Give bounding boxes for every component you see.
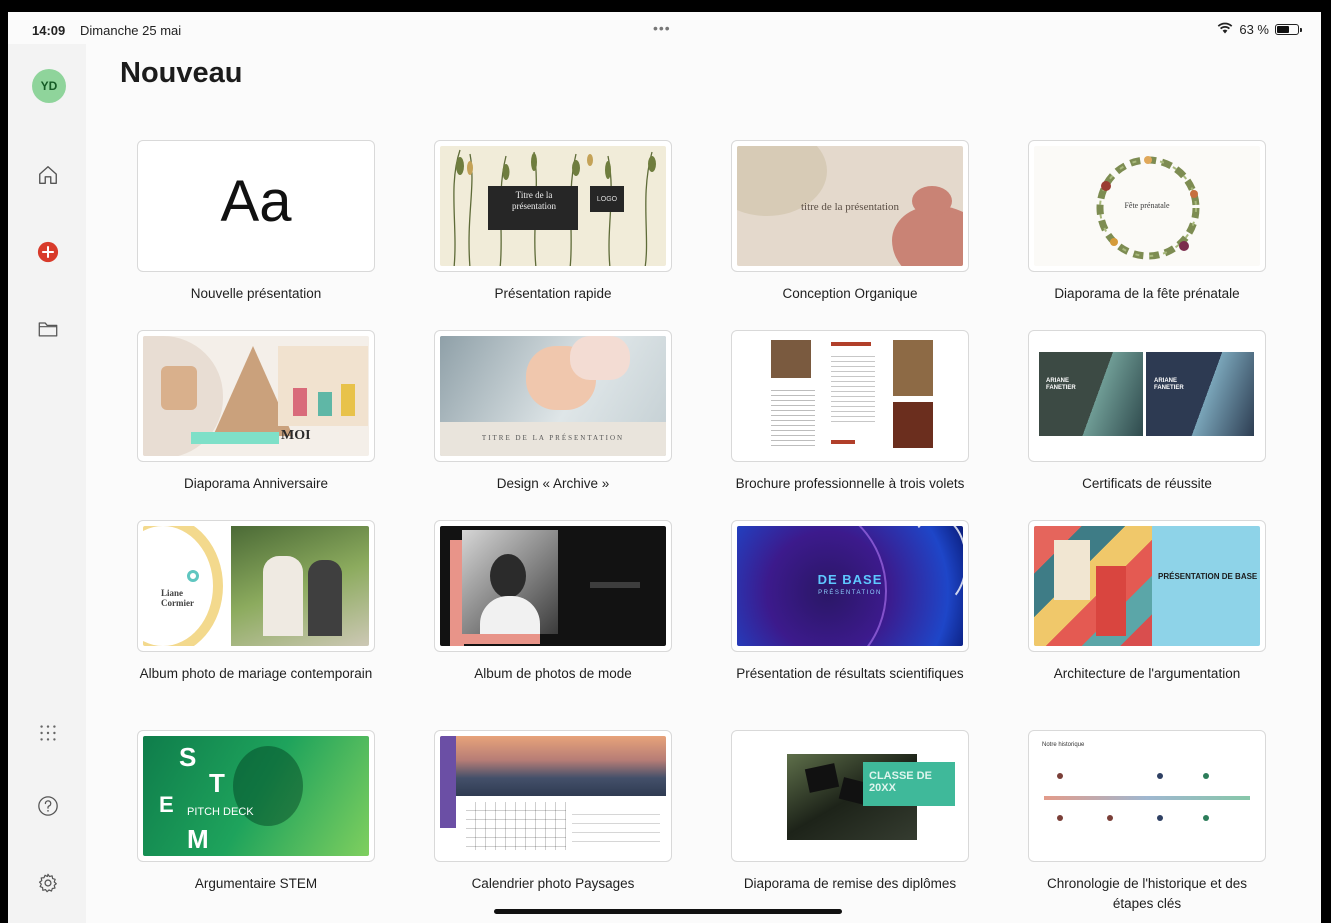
- template-thumbnail[interactable]: MOI: [137, 330, 375, 462]
- thumb-text: MOI: [281, 428, 311, 443]
- multitasking-dots[interactable]: •••: [653, 20, 671, 36]
- status-time: 14:09: [32, 23, 66, 38]
- template-thumbnail[interactable]: Aa: [137, 140, 375, 272]
- template-thumbnail[interactable]: [434, 730, 672, 862]
- sidebar: YD: [8, 44, 86, 923]
- template-card[interactable]: titre de la présentation Conception Orga…: [731, 140, 969, 301]
- thumb-text: ARIANE FANETIER: [1046, 378, 1076, 391]
- battery-percentage: 63 %: [1239, 22, 1269, 37]
- template-thumbnail[interactable]: [731, 330, 969, 462]
- timeline-dots: [1057, 773, 1209, 821]
- thumb-logo: LOGO: [590, 186, 624, 212]
- thumb-text: Aa: [220, 169, 292, 234]
- app-screen: 14:09 Dimanche 25 mai ••• 63 % YD Nouvea…: [8, 12, 1321, 923]
- template-card[interactable]: Titre de la présentation LOGO Présentati…: [434, 140, 672, 301]
- thumb-text: titre de la présentation: [800, 201, 900, 213]
- thumb-subtext: PRÉSENTATION: [818, 590, 882, 596]
- template-thumbnail[interactable]: Liane Cormier: [137, 520, 375, 652]
- template-card[interactable]: CLASSE DE 20XX Diaporama de remise des d…: [731, 730, 969, 891]
- settings-icon[interactable]: [34, 869, 62, 897]
- apps-grid-icon[interactable]: [34, 719, 62, 747]
- template-label: Présentation de résultats scientifiques: [736, 666, 964, 681]
- template-thumbnail[interactable]: Notre historique: [1028, 730, 1266, 862]
- thumb-text: TITRE DE LA PRÉSENTATION: [481, 434, 625, 442]
- template-card[interactable]: Brochure professionnelle à trois volets: [731, 330, 969, 491]
- template-thumbnail[interactable]: S T E M PITCH DECK: [137, 730, 375, 862]
- template-label: Album de photos de mode: [474, 666, 632, 681]
- page-title: Nouveau: [120, 57, 243, 89]
- template-label: Présentation rapide: [494, 286, 612, 301]
- template-label: Argumentaire STEM: [194, 876, 318, 891]
- template-card[interactable]: Liane Cormier Album photo de mariage con…: [137, 520, 375, 681]
- thumb-text: PITCH DECK: [187, 806, 254, 818]
- template-label: Chronologie de l'historique et des étape…: [1047, 876, 1247, 911]
- wifi-icon: [1217, 22, 1233, 37]
- home-icon[interactable]: [34, 161, 62, 189]
- template-card[interactable]: Notre historique Chronologie de l'histor…: [1028, 730, 1266, 911]
- add-icon[interactable]: [34, 238, 62, 266]
- template-card[interactable]: TITRE DE LA PRÉSENTATION Design « Archiv…: [434, 330, 672, 491]
- thumb-text: CLASSE DE 20XX: [869, 770, 932, 794]
- template-label: Nouvelle présentation: [190, 286, 322, 301]
- template-card[interactable]: Fête prénatale Diaporama de la fête prén…: [1028, 140, 1266, 301]
- template-thumbnail[interactable]: CLASSE DE 20XX: [731, 730, 969, 862]
- template-card[interactable]: DE BASE PRÉSENTATION Présentation de rés…: [731, 520, 969, 681]
- folder-icon[interactable]: [34, 315, 62, 343]
- template-label: Certificats de réussite: [1082, 476, 1212, 491]
- template-thumbnail[interactable]: Titre de la présentation LOGO: [434, 140, 672, 272]
- template-label: Brochure professionnelle à trois volets: [735, 476, 965, 491]
- template-thumbnail[interactable]: [434, 520, 672, 652]
- template-thumbnail[interactable]: Fête prénatale: [1028, 140, 1266, 272]
- thumb-text: Fête prénatale: [1124, 201, 1170, 210]
- thumb-text: Liane Cormier: [161, 588, 194, 608]
- template-thumbnail[interactable]: ARIANE FANETIER ARIANE FANETIER: [1028, 330, 1266, 462]
- avatar[interactable]: YD: [32, 69, 66, 103]
- status-indicators: 63 %: [1217, 22, 1302, 37]
- template-thumbnail[interactable]: DE BASE PRÉSENTATION: [731, 520, 969, 652]
- template-label: Conception Organique: [782, 286, 918, 301]
- battery-icon: [1275, 24, 1302, 35]
- home-indicator[interactable]: [494, 909, 842, 914]
- status-bar: 14:09 Dimanche 25 mai ••• 63 %: [8, 12, 1321, 44]
- template-card[interactable]: Calendrier photo Paysages: [434, 730, 672, 891]
- template-label: Architecture de l'argumentation: [1053, 666, 1241, 681]
- help-icon[interactable]: [34, 792, 62, 820]
- template-thumbnail[interactable]: PRÉSENTATION DE BASE: [1028, 520, 1266, 652]
- template-card[interactable]: MOI Diaporama Anniversaire: [137, 330, 375, 491]
- template-card[interactable]: PRÉSENTATION DE BASE Architecture de l'a…: [1028, 520, 1266, 681]
- template-thumbnail[interactable]: TITRE DE LA PRÉSENTATION: [434, 330, 672, 462]
- template-label: Calendrier photo Paysages: [471, 876, 635, 891]
- thumb-text: DE BASE: [817, 572, 883, 587]
- template-card[interactable]: Album de photos de mode: [434, 520, 672, 681]
- status-date: Dimanche 25 mai: [80, 23, 182, 38]
- template-label: Diaporama Anniversaire: [183, 476, 329, 491]
- thumb-text: ARIANE FANETIER: [1154, 378, 1184, 391]
- template-label: Diaporama de la fête prénatale: [1054, 286, 1240, 301]
- thumb-text: PRÉSENTATION DE BASE: [1158, 572, 1258, 581]
- battery-fill: [1277, 26, 1289, 33]
- thumb-text: Titre de la présentation: [512, 190, 556, 211]
- template-thumbnail[interactable]: titre de la présentation: [731, 140, 969, 272]
- template-label: Album photo de mariage contemporain: [139, 666, 373, 681]
- template-card[interactable]: S T E M PITCH DECK Argumentaire STEM: [137, 730, 375, 891]
- template-label: Design « Archive »: [496, 476, 610, 491]
- template-card[interactable]: Aa Nouvelle présentation: [137, 140, 375, 301]
- template-card[interactable]: ARIANE FANETIER ARIANE FANETIER Certific…: [1028, 330, 1266, 491]
- template-label: Diaporama de remise des diplômes: [743, 876, 957, 891]
